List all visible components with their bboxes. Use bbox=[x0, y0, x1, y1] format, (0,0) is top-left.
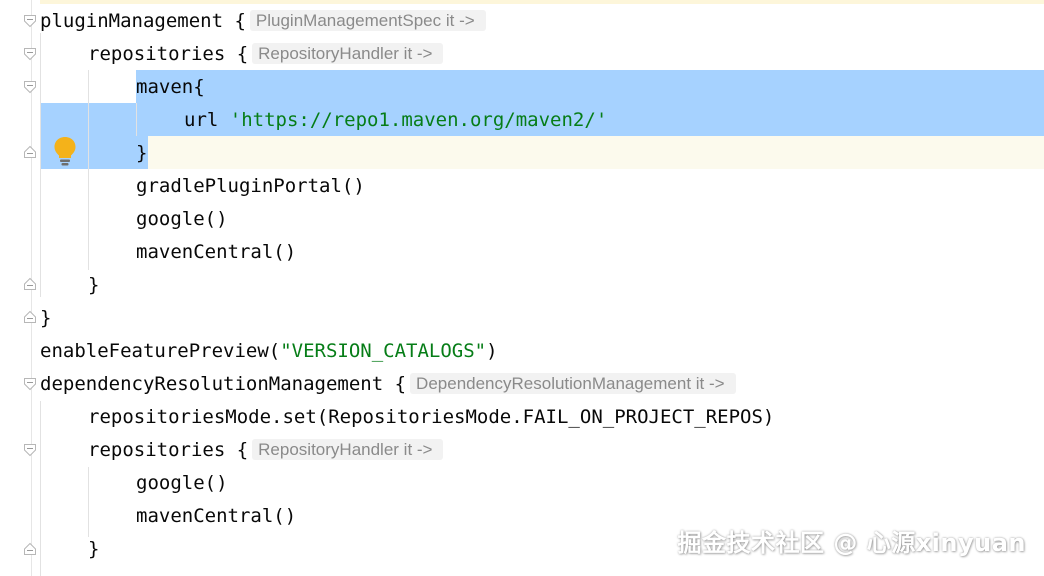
fold-open-icon[interactable] bbox=[23, 443, 37, 457]
current-line-highlight bbox=[0, 136, 1044, 169]
string-literal: "VERSION_CATALOGS" bbox=[280, 340, 487, 362]
code-token: google() bbox=[136, 472, 228, 494]
code-line[interactable]: } bbox=[40, 302, 51, 335]
code-line[interactable]: } bbox=[88, 533, 99, 566]
code-line[interactable]: mavenCentral() bbox=[136, 500, 296, 533]
indent-guide bbox=[88, 70, 89, 270]
code-token: } bbox=[136, 142, 148, 164]
indent-guide bbox=[88, 467, 89, 537]
code-line[interactable]: google() bbox=[136, 467, 228, 500]
code-token: gradlePluginPortal() bbox=[136, 175, 365, 197]
code-token: google() bbox=[136, 208, 228, 230]
fold-open-icon[interactable] bbox=[23, 80, 37, 94]
code-token: pluginManagement { bbox=[40, 10, 246, 32]
code-token: mavenCentral() bbox=[136, 505, 297, 527]
code-line[interactable]: repositories {RepositoryHandler it -> bbox=[88, 38, 444, 71]
watermark-text: 掘金技术社区 @ 心源xinyuan bbox=[677, 529, 1026, 557]
code-line[interactable]: dependencyResolutionManagement {Dependen… bbox=[40, 368, 736, 401]
fold-close-icon[interactable] bbox=[23, 277, 37, 291]
code-line[interactable]: gradlePluginPortal() bbox=[136, 170, 365, 203]
code-token: mavenCentral() bbox=[136, 241, 297, 263]
fold-open-icon[interactable] bbox=[23, 377, 37, 391]
parameter-hint: DependencyResolutionManagement it -> bbox=[410, 373, 736, 394]
code-line[interactable]: mavenCentral() bbox=[136, 236, 296, 269]
code-editor[interactable]: pluginManagement {PluginManagementSpec i… bbox=[0, 0, 1044, 576]
code-token: repositories { bbox=[88, 439, 249, 461]
code-line[interactable]: } bbox=[136, 137, 147, 170]
top-banner-strip bbox=[0, 0, 1044, 4]
fold-open-icon[interactable] bbox=[23, 14, 37, 28]
code-token: } bbox=[88, 538, 100, 560]
string-literal: 'https://repo1.maven.org/maven2/' bbox=[229, 109, 608, 131]
code-token: ) bbox=[486, 340, 498, 362]
fold-open-icon[interactable] bbox=[23, 47, 37, 61]
code-token: repositoriesMode.set(RepositoriesMode.FA… bbox=[88, 406, 775, 428]
fold-close-icon[interactable] bbox=[23, 310, 37, 324]
intention-bulb-icon[interactable] bbox=[52, 135, 78, 167]
code-token: } bbox=[40, 307, 52, 329]
code-line[interactable]: repositoriesMode.set(RepositoriesMode.FA… bbox=[88, 401, 774, 434]
code-token: repositories { bbox=[88, 43, 249, 65]
parameter-hint: RepositoryHandler it -> bbox=[252, 43, 444, 64]
code-line[interactable]: google() bbox=[136, 203, 228, 236]
indent-guide bbox=[40, 33, 41, 297]
parameter-hint: RepositoryHandler it -> bbox=[252, 439, 444, 460]
indent-guide bbox=[136, 103, 137, 136]
code-line[interactable]: url 'https://repo1.maven.org/maven2/' bbox=[184, 104, 607, 137]
code-line[interactable]: } bbox=[88, 269, 99, 302]
code-token: } bbox=[88, 274, 100, 296]
fold-close-icon[interactable] bbox=[23, 145, 37, 159]
code-line[interactable]: enableFeaturePreview("VERSION_CATALOGS") bbox=[40, 335, 498, 368]
code-token: url bbox=[184, 109, 230, 131]
parameter-hint: PluginManagementSpec it -> bbox=[249, 10, 486, 31]
code-token: maven{ bbox=[136, 76, 205, 98]
code-token: enableFeaturePreview( bbox=[40, 340, 281, 362]
indent-guide bbox=[40, 401, 41, 576]
code-line[interactable]: pluginManagement {PluginManagementSpec i… bbox=[40, 5, 486, 38]
code-line[interactable]: maven{ bbox=[136, 71, 205, 104]
fold-close-icon[interactable] bbox=[23, 542, 37, 556]
code-token: dependencyResolutionManagement { bbox=[40, 373, 407, 395]
code-line[interactable]: repositories {RepositoryHandler it -> bbox=[88, 434, 444, 467]
